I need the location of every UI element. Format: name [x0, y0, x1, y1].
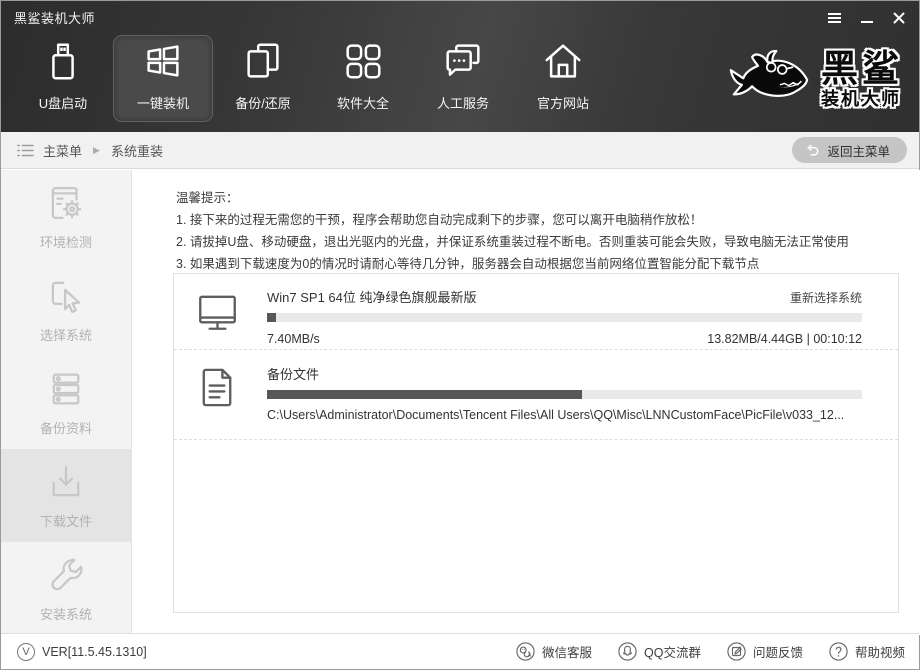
sidebar-item-install-system[interactable]: 安装系统 [1, 542, 131, 635]
app-window: 黑鲨装机大师 U盘启动 [0, 0, 920, 670]
nav-label: 官方网站 [537, 93, 589, 112]
download-speed: 7.40MB/s [267, 332, 320, 346]
env-check-icon [45, 182, 87, 224]
nav-item-backup-restore[interactable]: 备份/还原 [213, 35, 313, 122]
undo-arrow-icon [805, 143, 820, 158]
help-icon [828, 641, 849, 662]
backup-file-path: C:\Users\Administrator\Documents\Tencent… [267, 408, 862, 422]
breadcrumb-bar: 主菜单 ▶ 系统重装 返回主菜单 [1, 132, 919, 169]
version-block: V VER[11.5.45.1310] [17, 643, 147, 661]
apps-grid-icon [340, 38, 386, 84]
app-title: 黑鲨装机大师 [14, 8, 95, 27]
close-icon[interactable] [891, 12, 906, 25]
nav-item-usb-boot[interactable]: U盘启动 [13, 35, 113, 122]
nav-item-software[interactable]: 软件大全 [313, 35, 413, 122]
brand-logo: 黑鲨 装机大师 [725, 35, 903, 123]
system-title: Win7 SP1 64位 纯净绿色旗舰最新版 [267, 287, 477, 306]
list-icon [17, 143, 34, 158]
footer-link-label: 问题反馈 [753, 642, 803, 661]
wechat-support-link[interactable]: 微信客服 [515, 641, 592, 662]
brand-line2: 装机大师 [821, 90, 903, 108]
copy-icon [240, 38, 286, 84]
download-row-system: Win7 SP1 64位 纯净绿色旗舰最新版 重新选择系统 7.40MB/s 1… [174, 274, 898, 350]
sidebar-label: 安装系统 [40, 604, 92, 623]
nav-item-one-key-install[interactable]: 一键装机 [113, 35, 213, 122]
status-bar: V VER[11.5.45.1310] 微信客服 QQ交流群 [1, 633, 919, 669]
version-icon: V [17, 643, 35, 661]
shark-logo-icon [725, 41, 813, 117]
brand-wordmark: 黑鲨 装机大师 [821, 50, 903, 108]
monitor-icon [194, 289, 241, 336]
backup-title: 备份文件 [267, 364, 319, 383]
file-icon [194, 364, 241, 411]
reselect-system-link[interactable]: 重新选择系统 [790, 289, 862, 306]
feedback-link[interactable]: 问题反馈 [726, 641, 803, 662]
nav-label: 人工服务 [437, 93, 489, 112]
footer-link-label: 帮助视频 [855, 642, 905, 661]
backup-progress-bar [267, 390, 862, 399]
sidebar-label: 下载文件 [40, 511, 92, 530]
breadcrumb-arrow-icon: ▶ [93, 145, 100, 156]
nav-item-service[interactable]: 人工服务 [413, 35, 513, 122]
tips-title: 温馨提示： [176, 187, 849, 209]
home-icon [540, 38, 586, 84]
sidebar-label: 选择系统 [40, 325, 92, 344]
sidebar-item-backup-data[interactable]: 备份资料 [1, 356, 131, 449]
menu-icon[interactable] [827, 12, 842, 25]
windows-icon [140, 38, 186, 84]
minimize-icon[interactable] [859, 12, 874, 25]
system-progress-bar [267, 313, 862, 322]
nav-label: 一键装机 [137, 93, 189, 112]
tips-line-1: 1. 接下来的过程无需您的干预，程序会帮助您自动完成剩下的步骤，您可以离开电脑稍… [176, 209, 849, 231]
nav-label: 软件大全 [337, 93, 389, 112]
breadcrumb-current: 系统重装 [111, 141, 163, 160]
return-main-menu-button[interactable]: 返回主菜单 [792, 137, 907, 163]
sidebar-item-select-system[interactable]: 选择系统 [1, 263, 131, 356]
sidebar-item-env-check[interactable]: 环境检测 [1, 170, 131, 263]
server-stack-icon [45, 368, 87, 410]
backup-progress-fill [267, 390, 582, 399]
nav-label: 备份/还原 [235, 93, 291, 112]
steps-sidebar: 环境检测 选择系统 备份资料 下载文件 安装系统 [1, 170, 132, 635]
window-controls [827, 10, 906, 25]
footer-link-label: QQ交流群 [644, 642, 701, 661]
wrench-icon [45, 554, 87, 596]
return-main-menu-label: 返回主菜单 [827, 141, 890, 160]
select-cursor-icon [45, 275, 87, 317]
download-size-time: 13.82MB/4.44GB | 00:10:12 [707, 332, 862, 346]
sidebar-label: 备份资料 [40, 418, 92, 437]
usb-drive-icon [40, 38, 86, 84]
system-progress-fill [267, 313, 276, 322]
nav-item-website[interactable]: 官方网站 [513, 35, 613, 122]
footer-link-label: 微信客服 [542, 642, 592, 661]
tips-line-3: 3. 如果遇到下载速度为0的情况时请耐心等待几分钟，服务器会自动根据您当前网络位… [176, 253, 849, 275]
help-video-link[interactable]: 帮助视频 [828, 641, 905, 662]
nav-label: U盘启动 [39, 93, 87, 112]
version-label: VER[11.5.45.1310] [42, 645, 147, 659]
titlebar: 黑鲨装机大师 [1, 1, 919, 33]
sidebar-item-download-files[interactable]: 下载文件 [1, 449, 131, 542]
tips-block: 温馨提示： 1. 接下来的过程无需您的干预，程序会帮助您自动完成剩下的步骤，您可… [176, 187, 849, 275]
main-content: 温馨提示： 1. 接下来的过程无需您的干预，程序会帮助您自动完成剩下的步骤，您可… [133, 170, 920, 635]
wechat-icon [515, 641, 536, 662]
footer-links: 微信客服 QQ交流群 问题反馈 [515, 641, 905, 662]
chat-service-icon [440, 38, 486, 84]
qq-icon [617, 641, 638, 662]
breadcrumb-root[interactable]: 主菜单 [43, 141, 82, 160]
main-nav: U盘启动 一键装机 备份/还原 软件大全 [13, 35, 613, 122]
tips-line-2: 2. 请拔掉U盘、移动硬盘，退出光驱内的光盘，并保证系统重装过程不断电。否则重装… [176, 231, 849, 253]
download-row-backup: 备份文件 C:\Users\Administrator\Documents\Te… [174, 350, 898, 440]
sidebar-label: 环境检测 [40, 232, 92, 251]
feedback-icon [726, 641, 747, 662]
brand-line1: 黑鲨 [821, 50, 903, 87]
download-icon [45, 461, 87, 503]
header: 黑鲨装机大师 U盘启动 [1, 1, 919, 132]
download-panel: Win7 SP1 64位 纯净绿色旗舰最新版 重新选择系统 7.40MB/s 1… [173, 273, 899, 613]
qq-group-link[interactable]: QQ交流群 [617, 641, 701, 662]
